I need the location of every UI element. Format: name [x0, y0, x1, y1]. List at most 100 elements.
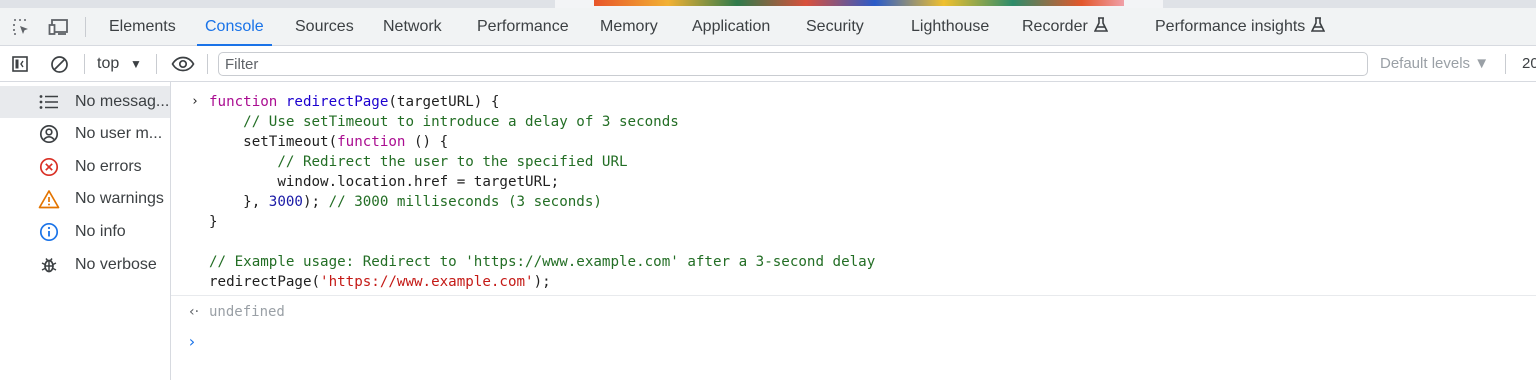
code-token: },	[209, 194, 269, 210]
tab-label: Console	[205, 18, 264, 35]
error-icon	[38, 157, 60, 177]
issues-count: 20	[1522, 55, 1536, 72]
device-toolbar-icon[interactable]	[46, 8, 72, 46]
log-levels-label: Default levels ▼	[1380, 55, 1490, 72]
input-chevron-icon: ›	[191, 94, 199, 109]
sidebar-item-errors[interactable]: No errors	[0, 151, 170, 183]
message-separator	[171, 295, 1536, 296]
sidebar-item-label: No warnings	[75, 190, 164, 207]
warning-icon	[38, 190, 60, 209]
tab-label: Performance	[477, 18, 569, 35]
sidebar-item-label: No user m...	[75, 125, 163, 142]
code-line: redirectPage('https://www.example.com');	[209, 272, 875, 292]
tab-elements[interactable]: Elements	[109, 8, 176, 46]
code-line: // Use setTimeout to introduce a delay o…	[209, 112, 875, 132]
info-icon	[38, 222, 60, 242]
log-levels-dropdown[interactable]: Default levels ▼	[1380, 46, 1489, 82]
code-token: // Example usage: Redirect to 'https://w…	[209, 254, 876, 270]
tab-label: Lighthouse	[911, 18, 990, 35]
tab-label: Sources	[295, 18, 354, 35]
code-line: function redirectPage(targetURL) {	[209, 92, 875, 112]
tab-label: Elements	[109, 18, 176, 35]
code-line: // Redirect the user to the specified UR…	[209, 152, 875, 172]
sidebar-item-label: No verbose	[75, 256, 157, 273]
code-token: );	[302, 194, 329, 210]
toolbar-separator	[84, 54, 85, 74]
toolbar-separator	[207, 54, 208, 74]
code-token: // Use setTimeout to introduce a delay o…	[243, 114, 679, 130]
sidebar-item-label: No errors	[75, 158, 142, 175]
chevron-down-icon[interactable]: ▼	[130, 46, 142, 82]
tab-separator	[85, 17, 86, 37]
tab-label: Network	[383, 18, 442, 35]
flask-icon	[1311, 10, 1326, 48]
issues-counter[interactable]: 20	[1522, 46, 1536, 82]
console-input-code: function redirectPage(targetURL) { // Us…	[209, 92, 875, 292]
tab-label: Memory	[600, 18, 658, 35]
devtools-tab-bar: Elements Console Sources Network Perform…	[0, 8, 1536, 46]
code-token: // Redirect the user to the specified UR…	[277, 154, 628, 170]
context-selector-label: top	[97, 55, 120, 72]
tab-performance[interactable]: Performance	[477, 8, 569, 46]
eye-icon[interactable]	[170, 46, 196, 82]
tab-performance-insights[interactable]: Performance insights	[1155, 8, 1326, 48]
code-token: redirectPage	[285, 94, 389, 110]
sidebar-item-messages[interactable]: No messag...	[0, 86, 170, 118]
tab-recorder[interactable]: Recorder	[1022, 8, 1109, 48]
sidebar-toggle-icon[interactable]	[9, 46, 31, 82]
console-output: › function redirectPage(targetURL) { // …	[171, 82, 1536, 380]
code-token: redirectPage(	[209, 274, 321, 290]
sidebar-item-warnings[interactable]: No warnings	[0, 183, 170, 215]
code-token: function	[337, 134, 406, 150]
tab-label: Recorder	[1022, 18, 1088, 35]
toolbar-separator	[1505, 54, 1506, 74]
list-icon	[38, 93, 60, 111]
code-line: }, 3000); // 3000 milliseconds (3 second…	[209, 192, 875, 212]
code-token: // 3000 milliseconds (3 seconds)	[328, 194, 602, 210]
code-line: setTimeout(function () {	[209, 132, 875, 152]
tab-lighthouse[interactable]: Lighthouse	[911, 8, 989, 46]
code-token: 3000	[268, 194, 303, 210]
console-toolbar: top ▼ Default levels ▼ 20	[0, 46, 1536, 82]
code-token: (targetURL) {	[388, 94, 500, 110]
result-arrow-icon: ‹·	[189, 304, 200, 320]
sidebar-item-info[interactable]: No info	[0, 216, 170, 248]
tab-label: Application	[692, 18, 771, 35]
code-token: 'https://www.example.com'	[320, 274, 534, 290]
sidebar-item-label: No messag...	[75, 93, 170, 110]
clear-console-icon[interactable]	[48, 46, 70, 82]
tab-console[interactable]: Console	[197, 8, 272, 46]
sidebar-item-verbose[interactable]: No verbose	[0, 249, 170, 281]
code-line: window.location.href = targetURL;	[209, 172, 875, 192]
inspect-element-icon[interactable]	[8, 8, 34, 46]
console-sidebar: No messag... No user m... No errors No w…	[0, 82, 171, 380]
code-token: );	[533, 274, 551, 290]
sidebar-item-user-messages[interactable]: No user m...	[0, 118, 170, 150]
code-line: // Example usage: Redirect to 'https://w…	[209, 252, 875, 272]
page-banner-image	[594, 0, 1124, 6]
code-line: }	[209, 212, 875, 232]
tab-label: Security	[806, 18, 864, 35]
code-token: window.location.href = targetURL;	[209, 174, 560, 190]
code-token: setTimeout(	[209, 134, 338, 150]
tab-network[interactable]: Network	[383, 8, 442, 46]
user-icon	[38, 124, 60, 144]
code-token: }	[209, 214, 218, 230]
tab-label: Performance insights	[1155, 18, 1306, 35]
context-selector[interactable]: top	[97, 46, 119, 82]
toolbar-separator	[156, 54, 157, 74]
sidebar-item-label: No info	[75, 223, 126, 240]
tab-application[interactable]: Application	[692, 8, 770, 46]
filter-input[interactable]	[218, 52, 1368, 76]
tab-sources[interactable]: Sources	[295, 8, 354, 46]
tab-security[interactable]: Security	[806, 8, 864, 46]
flask-icon	[1093, 10, 1109, 48]
tab-memory[interactable]: Memory	[600, 8, 658, 46]
console-prompt[interactable]: ›	[187, 332, 197, 352]
code-token: () {	[405, 134, 449, 150]
console-result: undefined	[209, 304, 285, 320]
bug-icon	[38, 256, 60, 274]
